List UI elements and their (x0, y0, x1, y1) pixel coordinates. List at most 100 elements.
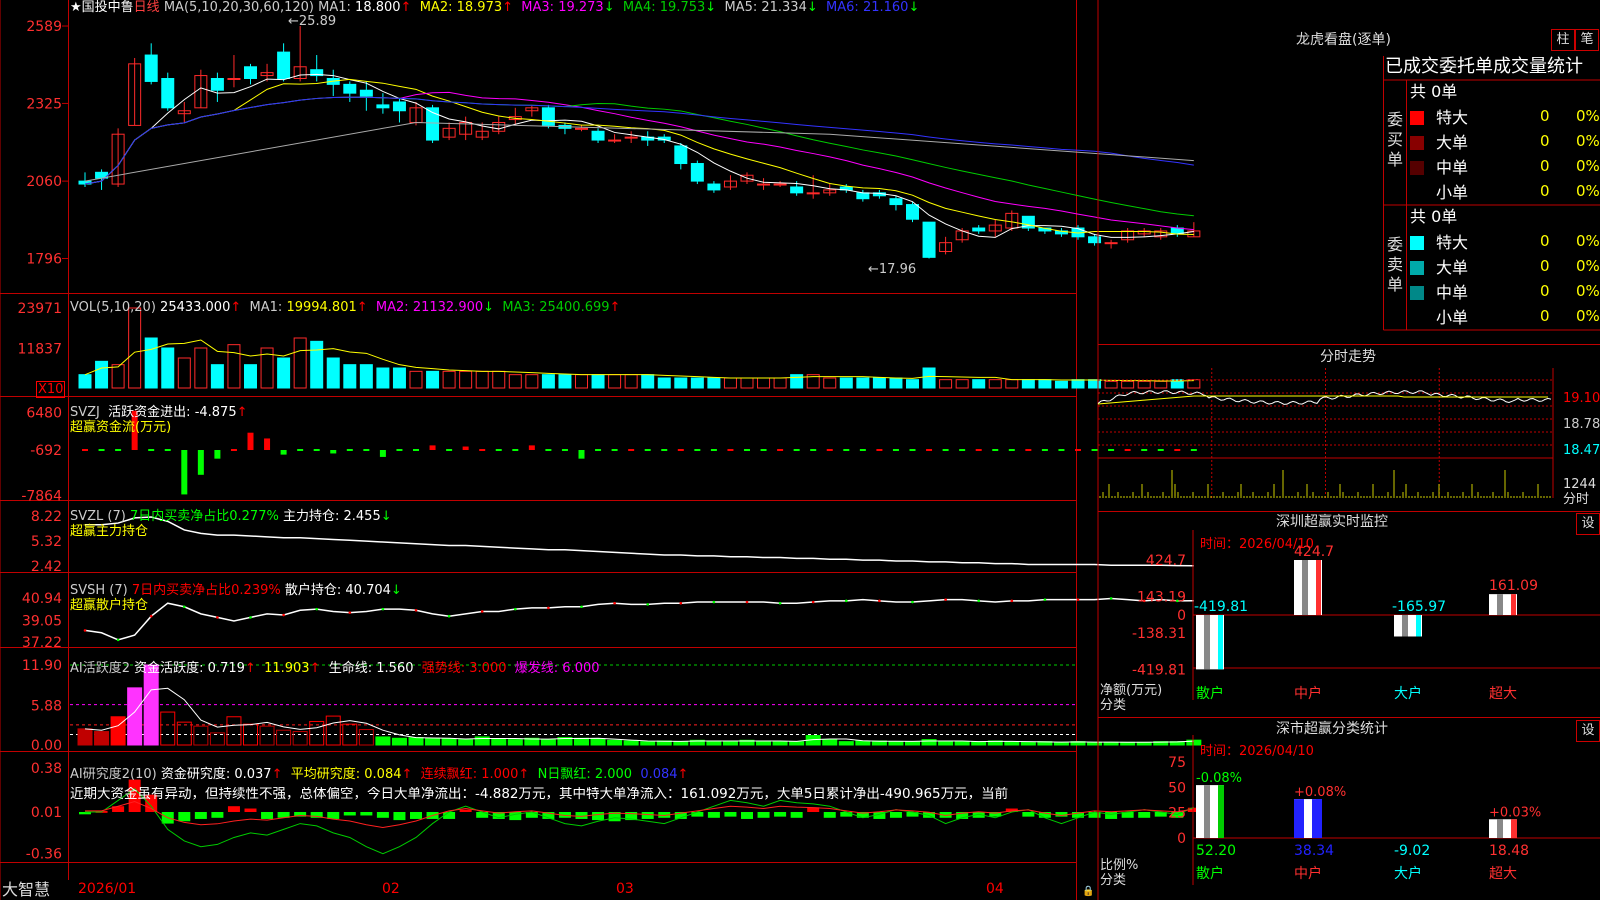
kline-chart[interactable]: 2589 2325 2060 1796 23971 11837 6480 -692 -7864 8… (0, 0, 1202, 900)
ma6-value: 21.160 (862, 0, 909, 15)
stats-category: 超大 (1489, 866, 1517, 882)
ai-research-bar (244, 808, 257, 812)
ai-active-bar (640, 741, 656, 746)
ai-active-bar (938, 741, 954, 746)
svsh-y-tick: 40.94 (22, 591, 62, 607)
monitor-chart[interactable]: 424.7 143.19 0 -138.31 -419.81 -419.81 散户 424.7… (1098, 530, 1600, 710)
stats-category: 散户 (1196, 865, 1224, 882)
svsh-dot (447, 614, 451, 618)
svsh-dot (944, 598, 947, 601)
buy-row-l: 大单 0 0% (1410, 132, 1600, 154)
volume-bar (558, 374, 572, 389)
svsh-dot (580, 605, 583, 609)
volume-bar (210, 364, 224, 389)
stats-top-label: -0.08% (1196, 771, 1242, 786)
volume-bar (525, 374, 539, 389)
ai-research-bar (178, 812, 191, 822)
monitor-y-tick: 143.19 (1137, 589, 1186, 605)
monitor-value-label: -419.81 (1194, 599, 1248, 615)
ai-active-bar (888, 741, 904, 746)
volume-bar (359, 364, 373, 389)
monitor-bar-edge (1416, 615, 1421, 637)
stats-bar-shade (1304, 799, 1312, 838)
monitor-left-label: 净额(万元) (1100, 683, 1163, 698)
ai-research-bar (592, 812, 605, 821)
flow-bar (181, 450, 188, 495)
volume-bar (376, 367, 390, 389)
swatch-icon (1410, 111, 1424, 125)
volume-bar (723, 377, 737, 389)
monitor-title: 深圳超赢实时监控 (1276, 514, 1388, 530)
monitor-value-label: -165.97 (1392, 599, 1446, 615)
ai-active-bar (110, 716, 126, 746)
ai-active-bar (491, 738, 507, 746)
flow-bar (462, 446, 469, 450)
candle-body (757, 183, 771, 186)
svsh-dot (149, 614, 153, 618)
ai-active-bar (574, 737, 589, 746)
period-label[interactable]: 日线 (134, 0, 160, 15)
volume-bar (128, 307, 142, 389)
svsh-dot (811, 600, 815, 604)
monitor-bar-edge (1511, 594, 1516, 615)
volume-bar (1071, 379, 1085, 389)
buy-row-xl: 特大 0 0% (1410, 107, 1600, 129)
low-annotation: ←17.96 (868, 262, 917, 277)
volume-bar (1021, 379, 1035, 389)
price-y-tick: 2325 (26, 96, 62, 112)
ai-active-bar (838, 741, 854, 746)
monitor-bar-shade (1204, 615, 1210, 670)
buy-row-m: 中单 0 0% (1410, 157, 1600, 179)
ma5-value: 21.334 (761, 0, 807, 15)
lock-icon[interactable]: 🔒 (1082, 884, 1094, 899)
volume-bar (955, 379, 969, 389)
ai-active-bar (276, 729, 292, 746)
candle-body (277, 51, 291, 79)
flow-bar (528, 445, 535, 450)
tab-bar-chart[interactable]: 柱 (1551, 29, 1575, 51)
stock-name[interactable]: 国投中鲁 (82, 0, 134, 15)
volume-bar (277, 357, 291, 389)
stats-chart[interactable]: 75 50 25 0 -0.08% 52.20 散户 +0.08% 38.34 中户 -9.02 大户… (1098, 735, 1600, 900)
tab-tick-list[interactable]: 笔 (1575, 29, 1599, 51)
volume-bar (177, 357, 191, 389)
monitor-bar-shade (1302, 560, 1308, 615)
svsh-dot (745, 600, 749, 604)
swatch-icon (1410, 136, 1424, 150)
ma4-value: 19.753 (659, 0, 706, 15)
ai-active-bar (905, 741, 920, 746)
svsh-dot (315, 607, 319, 611)
stats-y-tick: 50 (1168, 780, 1186, 796)
volume-bar (310, 340, 324, 389)
ai-active-bar (706, 740, 722, 746)
stats-bar-shade (1497, 819, 1503, 838)
ai-active-bar (507, 739, 523, 746)
stats-bar-edge (1511, 819, 1517, 838)
svsh-dot (1010, 599, 1014, 603)
volume-bar (889, 377, 903, 389)
svsh-y-tick: 39.05 (22, 613, 62, 629)
svsh-dot (911, 600, 914, 604)
volume-bar (690, 377, 704, 389)
volume-bar (740, 377, 754, 389)
volume-bar (707, 377, 721, 389)
volume-bar (459, 370, 473, 389)
volume-bar (95, 360, 109, 389)
volume-bar (1054, 380, 1068, 389)
ai-active-y-tick: 5.88 (31, 698, 62, 714)
monitor-left-label2: 分类 (1100, 698, 1127, 713)
ai-research-bar (360, 812, 373, 816)
volume-bar (326, 357, 340, 389)
price-y-tick: 1796 (26, 252, 62, 268)
monitor-category: 中户 (1294, 685, 1322, 702)
main-chart-area[interactable]: 2589 2325 2060 1796 23971 11837 6480 -692 -7864 8… (0, 0, 1202, 900)
stats-left-label2: 分类 (1100, 873, 1127, 888)
ai-active-bar (590, 738, 606, 746)
star-icon[interactable]: ★ (70, 0, 82, 15)
intraday-chart[interactable] (1097, 368, 1600, 513)
swatch-icon (1410, 286, 1424, 300)
ai-active-bar (722, 741, 738, 746)
candle-body (624, 136, 638, 139)
ai-active-bar (259, 725, 275, 746)
ai-active-y-tick: 0.00 (31, 738, 62, 754)
